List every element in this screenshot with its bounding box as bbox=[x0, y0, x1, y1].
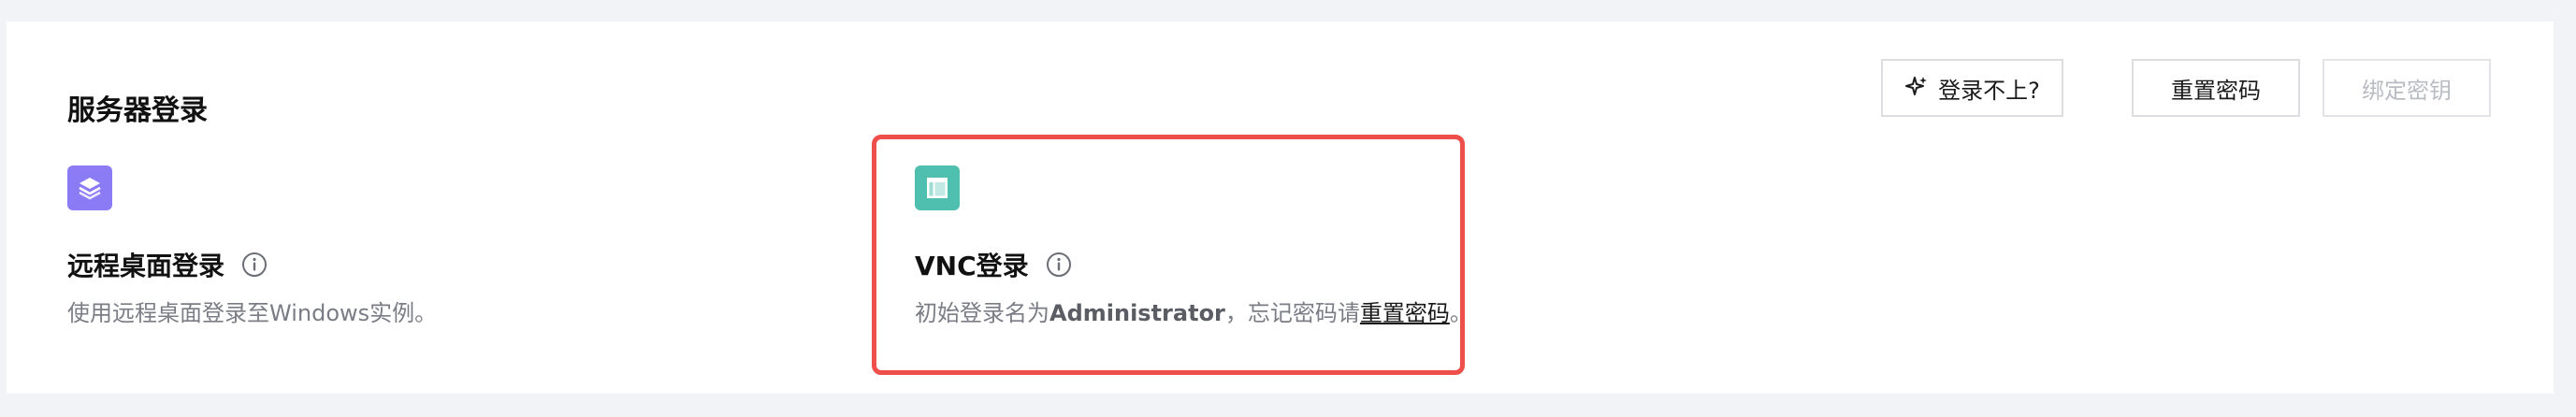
bind-key-label: 绑定密钥 bbox=[2362, 77, 2452, 104]
vnc-desc-prefix: 初始登录名为 bbox=[915, 300, 1049, 326]
sparkle-icon bbox=[1904, 76, 1929, 100]
vnc-login-card[interactable]: VNC登录 初始登录名为Administrator，忘记密码请重置密码。 bbox=[915, 165, 1472, 352]
reset-password-link[interactable]: 重置密码 bbox=[1360, 300, 1450, 326]
vnc-login-title: VNC登录 bbox=[915, 246, 1072, 283]
remote-desktop-card[interactable]: 远程桌面登录 使用远程桌面登录至Windows实例。 bbox=[67, 165, 629, 352]
cant-login-label: 登录不上? bbox=[1938, 77, 2040, 104]
vnc-desc-middle: ，忘记密码请 bbox=[1224, 300, 1360, 326]
layers-icon bbox=[67, 165, 112, 210]
vnc-login-title-text: VNC登录 bbox=[915, 251, 1029, 281]
remote-desktop-title-text: 远程桌面登录 bbox=[67, 251, 225, 281]
remote-desktop-description: 使用远程桌面登录至Windows实例。 bbox=[67, 300, 438, 326]
section-title: 服务器登录 bbox=[67, 94, 208, 127]
vnc-desc-suffix: 。 bbox=[1449, 300, 1472, 326]
reset-password-button[interactable]: 重置密码 bbox=[2132, 59, 2300, 117]
info-icon[interactable] bbox=[1046, 252, 1072, 278]
vnc-login-description: 初始登录名为Administrator，忘记密码请重置密码。 bbox=[915, 296, 1472, 330]
cant-login-button[interactable]: 登录不上? bbox=[1881, 59, 2063, 117]
bind-key-button: 绑定密钥 bbox=[2323, 59, 2491, 117]
vnc-desc-username: Administrator bbox=[1049, 300, 1225, 326]
remote-desktop-title: 远程桌面登录 bbox=[67, 246, 268, 283]
reset-password-label: 重置密码 bbox=[2171, 77, 2261, 104]
info-icon[interactable] bbox=[241, 252, 268, 278]
window-layout-icon bbox=[915, 165, 960, 210]
